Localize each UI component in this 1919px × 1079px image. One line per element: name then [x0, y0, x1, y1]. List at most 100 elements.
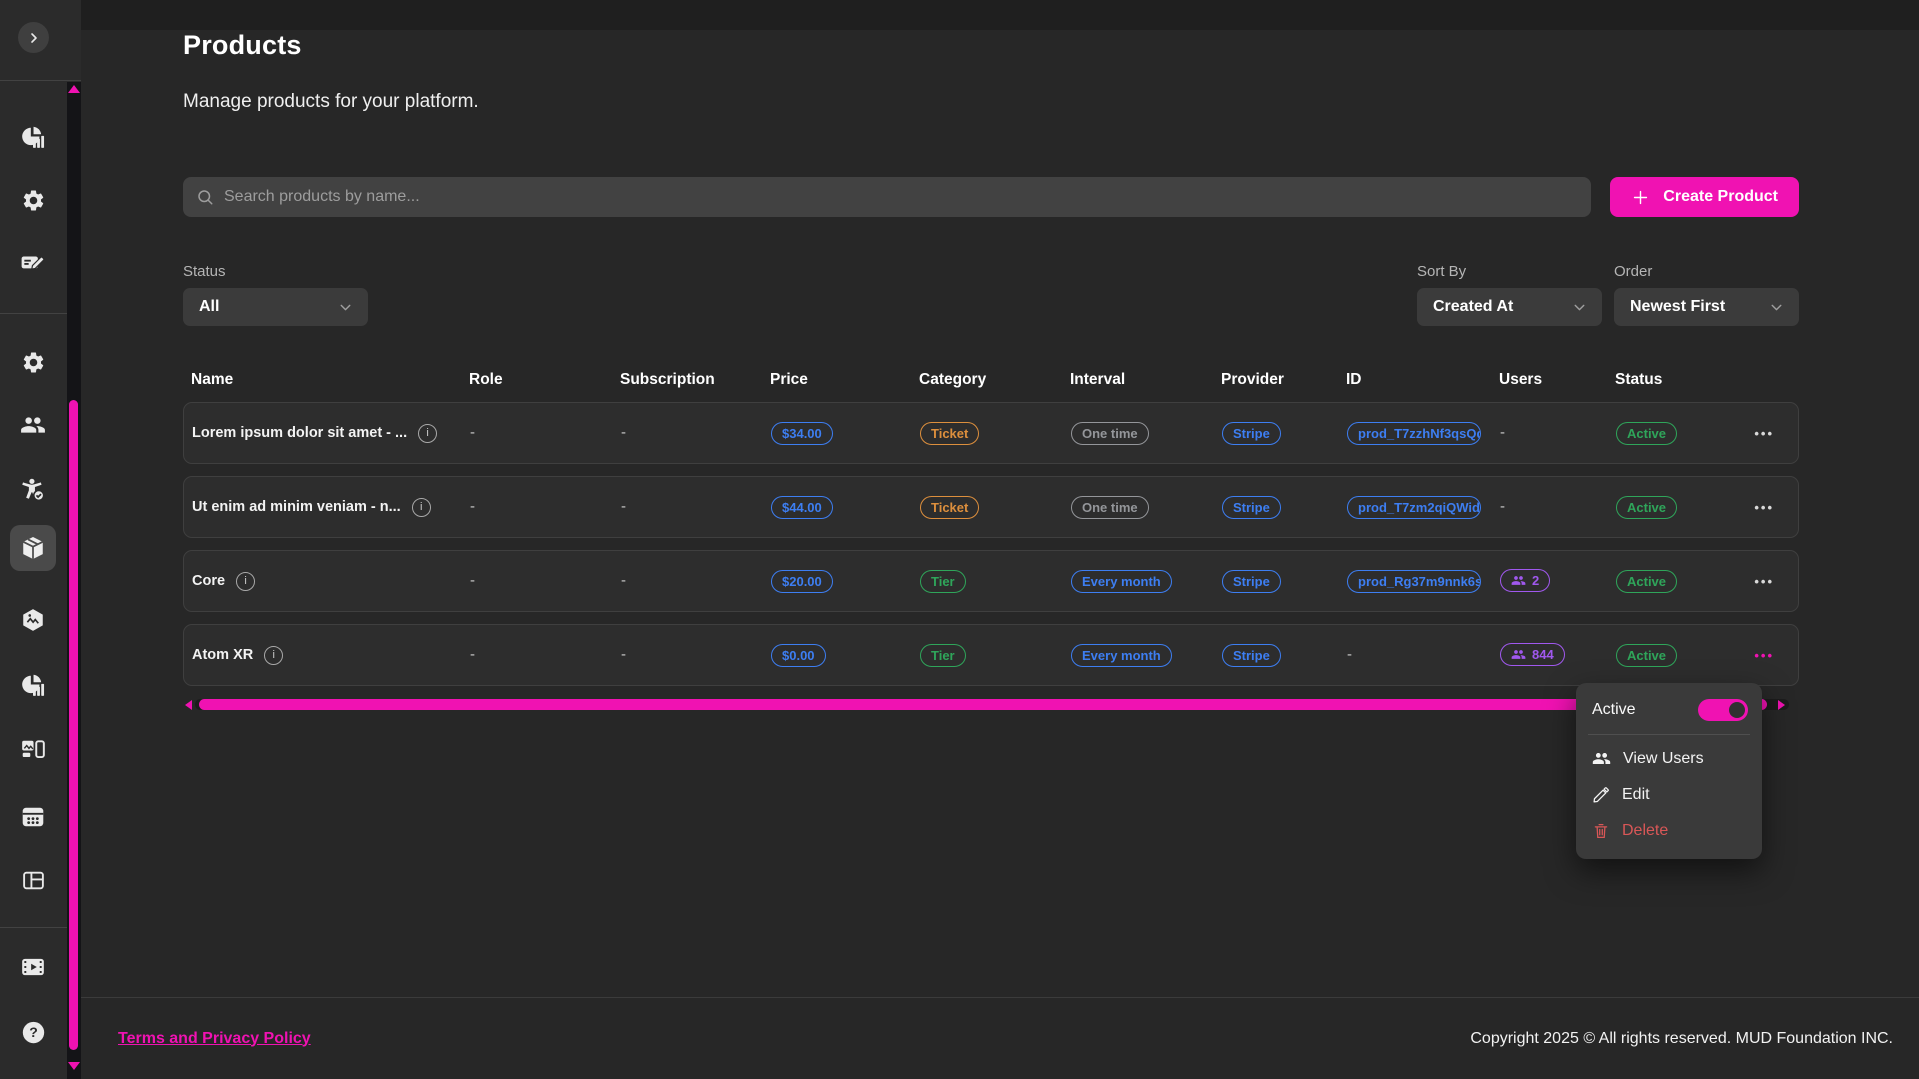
- row-actions-button[interactable]: •••: [1754, 500, 1774, 515]
- menu-item-delete[interactable]: Delete: [1576, 813, 1762, 849]
- create-product-button[interactable]: Create Product: [1610, 177, 1799, 217]
- users-icon: [1592, 749, 1611, 768]
- cell-interval: Every month: [1071, 570, 1222, 593]
- badge: Stripe: [1222, 422, 1281, 445]
- media-cards-icon: [20, 737, 46, 763]
- terms-privacy-link[interactable]: Terms and Privacy Policy: [118, 1030, 311, 1048]
- sort-by-select[interactable]: Created At: [1417, 288, 1602, 326]
- sidebar-item-reports[interactable]: [10, 662, 56, 708]
- info-icon[interactable]: i: [264, 646, 283, 665]
- scroll-down-arrow[interactable]: [68, 1062, 80, 1070]
- cell-actions: •••: [1728, 648, 1798, 663]
- sidebar-divider: [0, 80, 81, 81]
- status-filter-value: All: [199, 298, 219, 316]
- status-filter-label: Status: [183, 263, 368, 280]
- cell-role: -: [470, 646, 475, 663]
- cell-price: $34.00: [771, 422, 920, 445]
- sidebar-item-media[interactable]: [10, 727, 56, 773]
- order-select[interactable]: Newest First: [1614, 288, 1799, 326]
- badge: $34.00: [771, 422, 833, 445]
- badge: One time: [1071, 496, 1149, 519]
- order-label: Order: [1614, 263, 1799, 280]
- cell-category: Tier: [920, 644, 1071, 667]
- sidebar-item-users[interactable]: [10, 402, 56, 448]
- chevron-right-icon: [26, 30, 42, 46]
- status-filter-select[interactable]: All: [183, 288, 368, 326]
- row-actions-button[interactable]: •••: [1754, 574, 1774, 589]
- cell-role: -: [470, 572, 475, 589]
- badge: Every month: [1071, 644, 1172, 667]
- info-icon[interactable]: i: [412, 498, 431, 517]
- badge: Tier: [920, 570, 966, 593]
- pie-chart-icon: [20, 672, 46, 698]
- badge: Ticket: [920, 422, 979, 445]
- menu-item-edit[interactable]: Edit: [1576, 777, 1762, 813]
- product-name: Atom XR: [192, 647, 253, 663]
- row-actions-button[interactable]: •••: [1754, 648, 1774, 663]
- cell-provider: Stripe: [1222, 422, 1347, 445]
- toggle-knob: [1729, 702, 1745, 718]
- sidebar-item-help[interactable]: ?: [10, 1009, 56, 1055]
- video-film-icon: [20, 954, 46, 980]
- sidebar-item-videos[interactable]: [10, 944, 56, 990]
- horizontal-scrollbar-thumb[interactable]: [199, 699, 1767, 710]
- status-filter: Status All: [183, 263, 368, 326]
- info-icon[interactable]: i: [236, 572, 255, 591]
- menu-item-label: Delete: [1622, 822, 1668, 840]
- trash-icon: [1592, 822, 1610, 840]
- cell-category: Ticket: [920, 496, 1071, 519]
- column-header-provider: Provider: [1221, 371, 1346, 389]
- cell-role: -: [470, 572, 621, 590]
- page-subtitle: Manage products for your platform.: [183, 91, 1799, 113]
- table-row: Ut enim ad minim veniam - n...i--$44.00T…: [183, 476, 1799, 538]
- order-filter: Order Newest First: [1614, 263, 1799, 326]
- copyright-text: Copyright 2025 © All rights reserved. MU…: [1470, 1030, 1893, 1048]
- column-header-subscription: Subscription: [620, 371, 770, 389]
- page-title: Products: [183, 30, 1799, 61]
- sidebar-item-subscriptions[interactable]: [10, 240, 56, 286]
- chevron-down-icon: [337, 299, 354, 316]
- cell-price: $44.00: [771, 496, 920, 519]
- menu-item-view-users[interactable]: View Users: [1576, 740, 1762, 777]
- cell-provider: Stripe: [1222, 570, 1347, 593]
- cell-status: Active: [1616, 496, 1728, 519]
- cell-role: -: [470, 498, 475, 515]
- table-row: Atom XRi--$0.00TierEvery monthStripe-844…: [183, 624, 1799, 686]
- sidebar-item-members[interactable]: [10, 467, 56, 513]
- search-box[interactable]: [183, 177, 1591, 217]
- badge: Ticket: [920, 496, 979, 519]
- search-input[interactable]: [224, 188, 1578, 206]
- badge: $44.00: [771, 496, 833, 519]
- sidebar-item-config[interactable]: [10, 339, 56, 385]
- search-icon: [196, 188, 214, 206]
- scroll-left-arrow[interactable]: [185, 700, 192, 710]
- sidebar-item-calendar[interactable]: [10, 794, 56, 840]
- sidebar-item-assets[interactable]: [10, 597, 56, 643]
- footer: Terms and Privacy Policy Copyright 2025 …: [81, 997, 1919, 1079]
- help-icon: ?: [20, 1019, 47, 1046]
- svg-text:?: ?: [29, 1024, 38, 1040]
- accessibility-check-icon: [20, 477, 46, 503]
- column-header-category: Category: [919, 371, 1070, 389]
- sidebar-item-analytics[interactable]: [10, 114, 56, 160]
- sidebar-expand-button[interactable]: [18, 22, 49, 53]
- badge: prod_T7zm2qiQWid: [1347, 496, 1481, 519]
- info-icon[interactable]: i: [418, 424, 437, 443]
- calendar-icon: [20, 804, 46, 830]
- sidebar-item-layout[interactable]: [10, 857, 56, 903]
- cell-actions: •••: [1728, 426, 1798, 441]
- cell-provider: Stripe: [1222, 644, 1347, 667]
- scroll-right-arrow[interactable]: [1778, 700, 1785, 710]
- cell-subscription: -: [621, 572, 771, 590]
- row-actions-button[interactable]: •••: [1754, 426, 1774, 441]
- cell-name: Ut enim ad minim veniam - n...i: [184, 498, 470, 517]
- scroll-up-arrow[interactable]: [68, 85, 80, 93]
- sidebar-item-products[interactable]: [10, 525, 56, 571]
- active-toggle-label: Active: [1592, 701, 1636, 719]
- cell-provider: Stripe: [1222, 496, 1347, 519]
- cell-name: Lorem ipsum dolor sit amet - ...i: [184, 424, 470, 443]
- active-toggle[interactable]: [1698, 699, 1748, 721]
- cell-subscription: -: [621, 572, 626, 589]
- vertical-scrollbar-thumb[interactable]: [69, 400, 78, 1050]
- sidebar-item-settings[interactable]: [10, 177, 56, 223]
